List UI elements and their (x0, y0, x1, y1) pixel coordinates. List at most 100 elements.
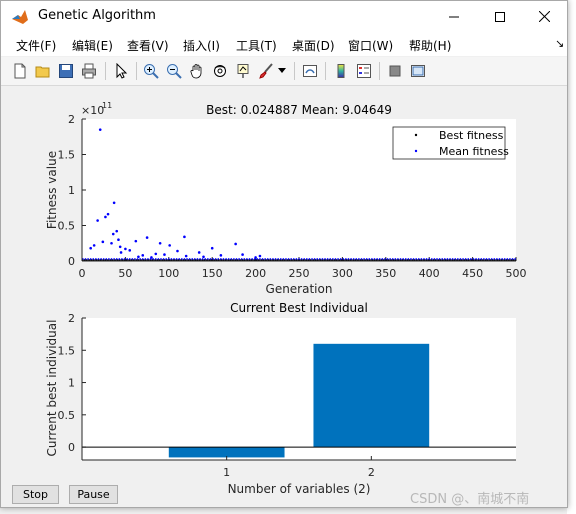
fitness-x-axis-label: Generation (266, 282, 333, 296)
brush-icon[interactable] (256, 61, 276, 81)
save-icon[interactable] (56, 61, 76, 81)
mean-fitness-point (134, 258, 136, 260)
mean-fitness-point (298, 258, 300, 260)
fitness-legend[interactable]: Best fitness Mean fitness (392, 126, 509, 160)
pan-hand-icon[interactable] (187, 61, 207, 81)
brush-dropdown-icon[interactable] (277, 61, 287, 81)
mean-fitness-point (163, 253, 166, 256)
mean-fitness-point (511, 258, 514, 260)
menu-file[interactable]: 文件(F) (16, 37, 56, 54)
mean-fitness-point (254, 256, 257, 259)
menu-desktop[interactable]: 桌面(D) (292, 37, 335, 54)
mean-fitness-point (87, 258, 89, 260)
mean-fitness-point (128, 258, 131, 260)
mean-fitness-point (384, 258, 386, 260)
mean-fitness-point (303, 258, 306, 260)
mean-fitness-point (454, 258, 457, 260)
fitness-axes[interactable]: Best: 0.024887 Mean: 9.04649 ×10 11 0 0.5… (45, 101, 527, 296)
mean-fitness-point (462, 258, 464, 260)
x-tick-label: 400 (419, 267, 440, 280)
mean-fitness-point (183, 258, 186, 260)
mean-fitness-point (490, 258, 493, 260)
mean-fitness-point (503, 258, 506, 260)
mean-fitness-point (154, 252, 158, 256)
mean-fitness-point (482, 258, 485, 260)
close-button[interactable] (521, 1, 567, 32)
mean-fitness-point (311, 258, 313, 260)
mean-fitness-point (165, 258, 168, 260)
menu-window[interactable]: 窗口(W) (348, 37, 393, 54)
data-cursor-icon[interactable] (233, 61, 253, 81)
menu-tools[interactable]: 工具(T) (236, 37, 277, 54)
legend-icon[interactable] (354, 61, 374, 81)
mean-fitness-point (316, 258, 319, 260)
toolbar-separator (379, 62, 380, 80)
mean-fitness-point (347, 258, 350, 260)
mean-fitness-point (96, 219, 99, 222)
mean-fitness-point (197, 251, 201, 254)
watermark-text: CSDN @、南城不南 (410, 492, 530, 507)
stop-button[interactable]: Stop (12, 485, 59, 504)
minimize-button[interactable] (431, 1, 477, 32)
mean-fitness-point (199, 258, 201, 260)
mean-fitness-point (371, 258, 373, 260)
menu-edit[interactable]: 编辑(E) (72, 37, 113, 54)
menu-bar: 文件(F) 编辑(E) 查看(V) 插入(I) 工具(T) 桌面(D) 窗口(W… (1, 32, 567, 56)
mean-fitness-point (154, 258, 157, 260)
mean-fitness-point (397, 258, 399, 260)
mean-fitness-point (176, 249, 179, 253)
mean-fitness-point (451, 258, 454, 260)
mean-fitness-point (279, 258, 282, 260)
mean-fitness-point (158, 241, 162, 245)
mean-fitness-point (92, 258, 95, 260)
toolbar-separator (294, 62, 295, 80)
maximize-icon (495, 11, 505, 22)
menu-dock-arrow-icon[interactable]: ↘ (555, 37, 564, 50)
colorbar-icon[interactable] (331, 61, 351, 81)
mean-fitness-point (277, 258, 280, 260)
link-plot-icon[interactable] (300, 61, 320, 81)
zoom-in-icon[interactable] (141, 61, 161, 81)
mean-fitness-point (225, 258, 227, 260)
mean-fitness-point (443, 258, 446, 260)
mean-fitness-point (295, 258, 298, 260)
mean-fitness-point (363, 258, 365, 260)
mean-fitness-point (509, 258, 511, 260)
new-file-icon[interactable] (10, 61, 30, 81)
y-exponent-value: 11 (102, 101, 112, 110)
mean-fitness-point (121, 258, 123, 260)
mean-fitness-point (251, 258, 254, 260)
mean-fitness-point (139, 258, 142, 260)
mean-fitness-point (178, 258, 181, 260)
mean-fitness-point (378, 258, 381, 260)
mean-fitness-point (428, 258, 431, 260)
mean-fitness-point (170, 258, 173, 260)
hide-plot-tools-icon[interactable] (385, 61, 405, 81)
menu-insert[interactable]: 插入(I) (183, 37, 220, 54)
mean-fitness-point (342, 258, 345, 260)
mean-fitness-point (274, 258, 277, 260)
maximize-button[interactable] (477, 1, 523, 32)
y-exponent-label: ×10 (81, 104, 104, 117)
mean-fitness-point (376, 258, 379, 260)
bar-variable-1 (168, 447, 285, 458)
mean-fitness-point (144, 258, 147, 260)
x-tick-label: 150 (202, 267, 223, 280)
mean-fitness-point (160, 258, 162, 260)
mean-fitness-point (324, 258, 326, 260)
mean-fitness-point (92, 244, 96, 247)
open-folder-icon[interactable] (33, 61, 53, 81)
pointer-icon[interactable] (111, 61, 131, 81)
best-individual-axes[interactable]: Current Best Individual 0 0.5 1 1.5 2 1 2 Num… (45, 301, 516, 496)
mean-fitness-point (98, 128, 102, 131)
rotate-3d-icon[interactable] (210, 61, 230, 81)
pause-button[interactable]: Pause (69, 485, 118, 504)
menu-help[interactable]: 帮助(H) (409, 37, 451, 54)
fitness-y-axis-label: Fitness value (45, 151, 59, 229)
print-icon[interactable] (79, 61, 99, 81)
mean-fitness-point (485, 258, 488, 260)
zoom-out-icon[interactable] (164, 61, 184, 81)
show-plot-tools-icon[interactable] (408, 61, 428, 81)
mean-fitness-point (102, 258, 105, 260)
menu-view[interactable]: 查看(V) (127, 37, 169, 54)
